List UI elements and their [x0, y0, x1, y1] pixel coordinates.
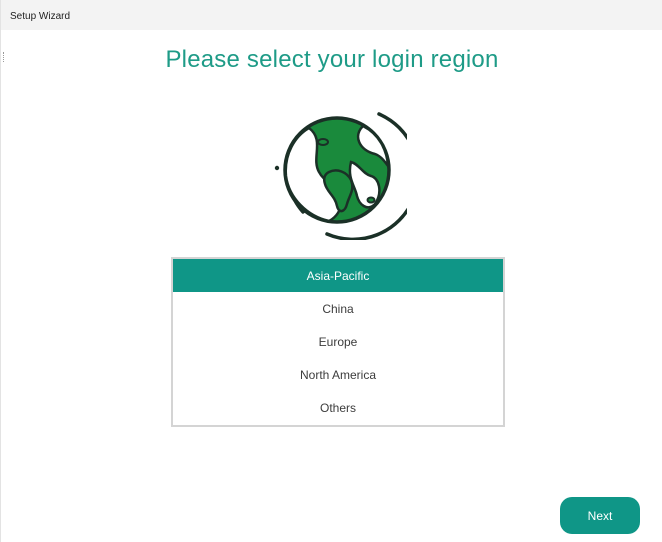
region-item-label: Asia-Pacific	[306, 268, 370, 283]
region-item-north-america[interactable]: North America	[173, 358, 503, 391]
region-item-label: Europe	[318, 334, 358, 349]
region-item-europe[interactable]: Europe	[173, 325, 503, 358]
region-item-others[interactable]: Others	[173, 391, 503, 424]
region-item-china[interactable]: China	[173, 292, 503, 325]
region-item-label: China	[322, 301, 354, 316]
setup-wizard-window: Setup Wizard Please select your login re…	[0, 0, 662, 542]
next-button[interactable]: Next	[560, 497, 640, 534]
region-list: Asia-Pacific China Europe North America …	[171, 257, 505, 427]
window-title: Setup Wizard	[10, 11, 71, 22]
region-item-label: North America	[299, 367, 377, 382]
page-title: Please select your login region	[165, 46, 499, 73]
title-bar: Setup Wizard	[1, 0, 662, 30]
globe-icon	[267, 100, 421, 242]
region-item-asia-pacific[interactable]: Asia-Pacific	[173, 259, 503, 292]
region-item-label: Others	[319, 400, 356, 415]
